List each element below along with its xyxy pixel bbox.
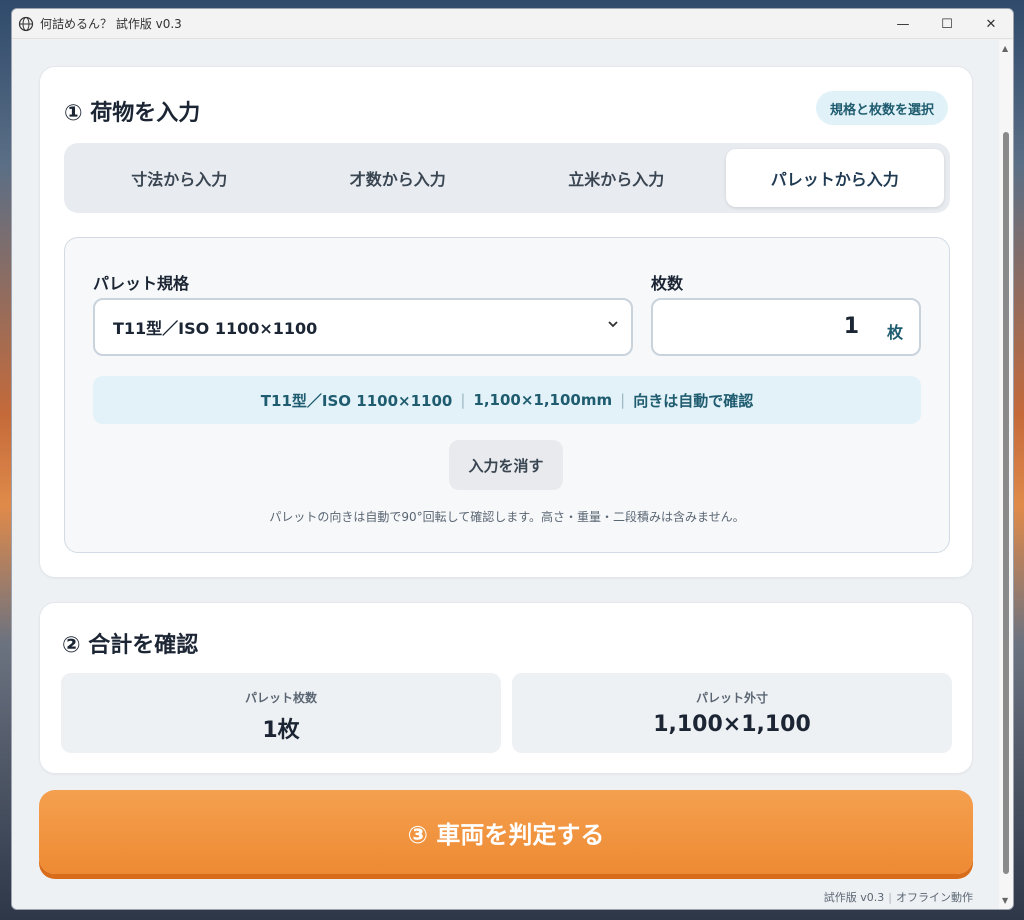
pallet-input-panel: パレット規格 枚数 T11型／ISO 1100×1100 1 枚 T11型／IS… [64, 237, 950, 553]
summary-size: 1,100×1,100mm [473, 391, 613, 409]
tab-dimensions[interactable]: 寸法から入力 [70, 149, 289, 207]
hint-chip: 規格と枚数を選択 [815, 91, 948, 125]
stat-pallet-size: パレット外寸 1,100×1,100 [512, 673, 952, 753]
pallet-spec-value: T11型／ISO 1100×1100 [113, 319, 318, 338]
chevron-down-icon [608, 321, 618, 328]
pallet-spec-label: パレット規格 [93, 274, 190, 293]
scrollbar-thumb[interactable] [1003, 132, 1009, 874]
input-mode-tabs: 寸法から入力 才数から入力 立米から入力 パレットから入力 [64, 143, 950, 213]
judge-vehicle-button[interactable]: ③ 車両を判定する [39, 790, 973, 874]
vertical-scrollbar[interactable]: ▲ ▼ [999, 40, 1013, 909]
footer-separator: | [888, 891, 892, 904]
summary-orientation: 向きは自動で確認 [633, 391, 754, 410]
stat-pallet-count: パレット枚数 1枚 [61, 673, 501, 753]
count-input[interactable]: 1 枚 [651, 298, 921, 356]
tab-pallet[interactable]: パレットから入力 [725, 149, 944, 207]
count-unit: 枚 [886, 323, 903, 342]
main-content: ① 荷物を入力 規格と枚数を選択 寸法から入力 才数から入力 立米から入力 パレ… [12, 40, 999, 909]
footer-version: 試作版 v0.3 [823, 891, 885, 904]
scroll-down-icon[interactable]: ▼ [1002, 896, 1008, 905]
tab-cubic-meter[interactable]: 立米から入力 [507, 149, 726, 207]
summary-separator: | [620, 391, 626, 409]
globe-icon [18, 16, 34, 31]
pallet-spec-select[interactable]: T11型／ISO 1100×1100 [93, 298, 633, 356]
summary-spec: T11型／ISO 1100×1100 [260, 391, 453, 410]
count-label: 枚数 [651, 274, 684, 293]
stat-label: パレット外寸 [695, 691, 768, 705]
clear-input-button[interactable]: 入力を消す [449, 440, 563, 490]
input-card: ① 荷物を入力 規格と枚数を選択 寸法から入力 才数から入力 立米から入力 パレ… [39, 66, 973, 578]
app-window: 何詰めるん？ 試作版 v0.3 — ☐ ✕ ① 荷物を入力 規格と枚数を選択 寸… [11, 8, 1014, 910]
footer-mode: オフライン動作 [896, 891, 973, 904]
maximize-button[interactable]: ☐ [925, 9, 969, 39]
stat-value: 1枚 [262, 718, 300, 743]
section-title-input: ① 荷物を入力 [64, 101, 201, 126]
close-button[interactable]: ✕ [969, 9, 1013, 39]
summary-separator: | [460, 391, 466, 409]
pallet-summary: T11型／ISO 1100×1100 | 1,100×1,100mm | 向きは… [93, 376, 921, 424]
count-value: 1 [843, 314, 859, 339]
total-card: ② 合計を確認 パレット枚数 1枚 パレット外寸 1,100×1,100 [39, 602, 973, 774]
stat-label: パレット枚数 [244, 691, 317, 705]
stat-value: 1,100×1,100 [653, 712, 811, 737]
pallet-note: パレットの向きは自動で90°回転して確認します。高さ・重量・二段積みは含みません… [269, 510, 745, 524]
title-bar: 何詰めるん？ 試作版 v0.3 — ☐ ✕ [12, 9, 1013, 39]
scroll-up-icon[interactable]: ▲ [1002, 44, 1008, 53]
tab-sai[interactable]: 才数から入力 [289, 149, 508, 207]
footer: 試作版 v0.3 | オフライン動作 [824, 889, 973, 905]
minimize-button[interactable]: — [881, 9, 925, 39]
window-title: 何詰めるん？ 試作版 v0.3 [40, 17, 182, 31]
section-title-total: ② 合計を確認 [62, 633, 199, 658]
